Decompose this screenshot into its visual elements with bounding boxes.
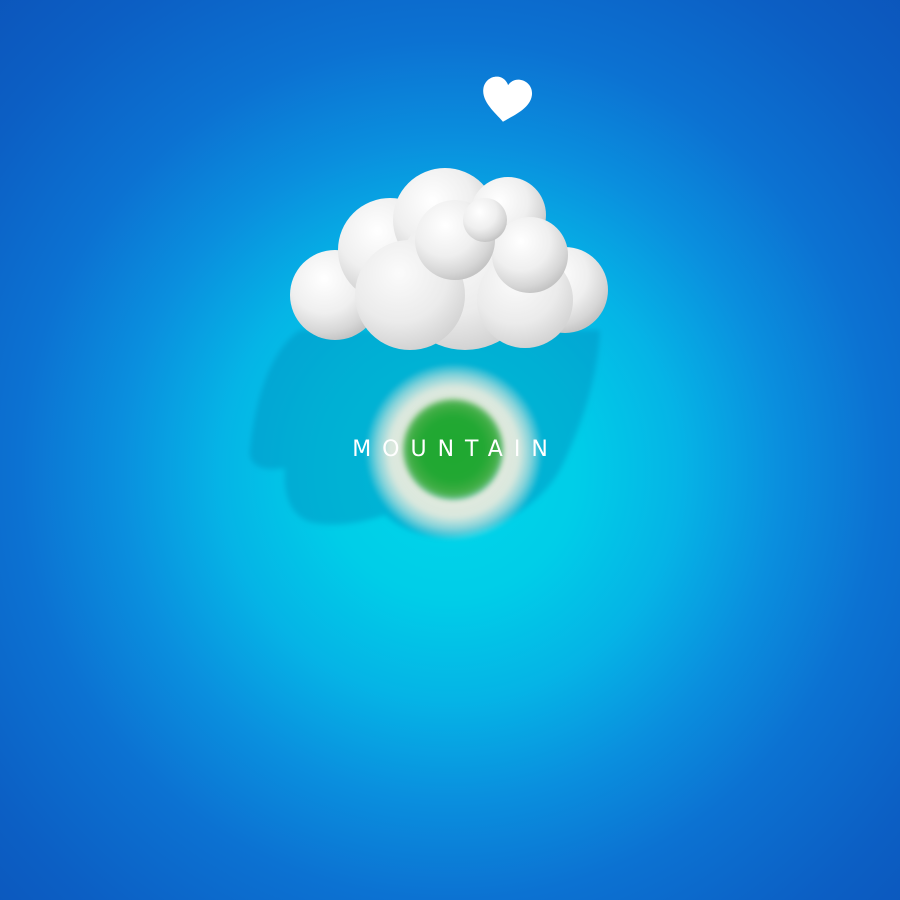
mountain-label: MOUNTAIN [352, 437, 559, 462]
heart-icon[interactable] [478, 74, 534, 126]
cloud-icon[interactable] [280, 160, 620, 360]
app-scene: MOUNTAIN [0, 0, 900, 900]
